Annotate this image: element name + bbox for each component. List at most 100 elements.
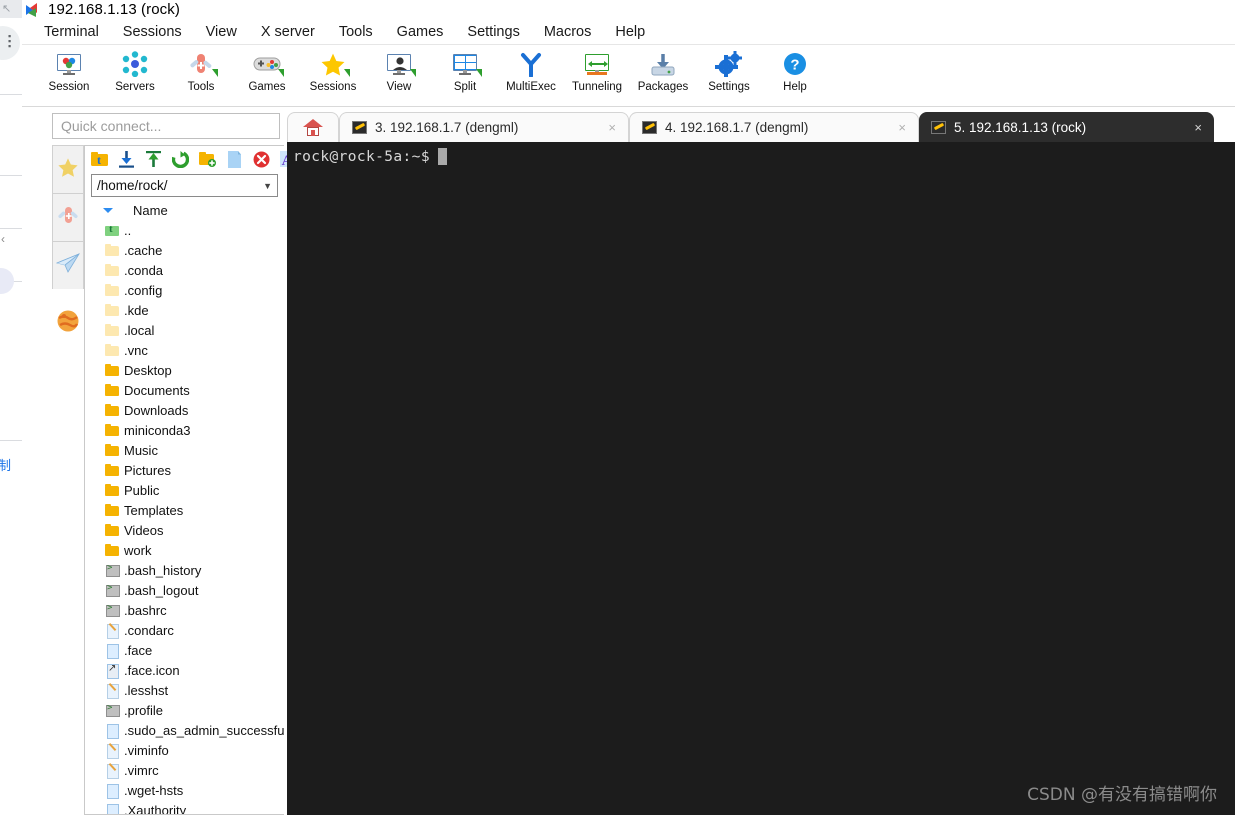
file-row[interactable]: .cache <box>105 240 284 260</box>
file-row[interactable]: Templates <box>105 500 284 520</box>
file-name: .bashrc <box>124 602 167 618</box>
toolbar-tunneling-button[interactable]: Tunneling <box>564 49 630 93</box>
folder-light-icon <box>105 243 119 257</box>
file-row[interactable]: .viminfo <box>105 740 284 760</box>
bg-divider-1 <box>0 94 22 95</box>
home-tab[interactable] <box>287 112 339 142</box>
toolbar-split-label: Split <box>453 81 477 93</box>
toolbar-help-button[interactable]: ? Help <box>762 49 828 93</box>
file-row[interactable]: .face <box>105 640 284 660</box>
sidebar-body: t /home/rock/ ▼ Name t .. .cache .conda … <box>44 145 295 815</box>
sftp-file-list[interactable]: .. .cache .conda .config .kde .local .vnc Deskt… <box>85 220 284 814</box>
key-icon <box>352 121 367 134</box>
new-folder-icon[interactable] <box>199 151 216 168</box>
svg-text:?: ? <box>790 57 799 74</box>
toolbar-session-button[interactable]: Session <box>36 49 102 93</box>
menu-sessions[interactable]: Sessions <box>111 22 194 42</box>
file-row[interactable]: .. <box>105 220 284 240</box>
bg-avatar-circle <box>0 268 14 294</box>
file-name: .Xauthority <box>124 802 187 814</box>
menu-macros[interactable]: Macros <box>532 22 604 42</box>
refresh-icon[interactable] <box>171 151 190 169</box>
file-row[interactable]: Downloads <box>105 400 284 420</box>
file-row[interactable]: .bashrc <box>105 600 284 620</box>
file-name: .face <box>124 642 153 658</box>
terminal-output[interactable]: rock@rock-5a:~$ CSDN @有没有搞错啊你 <box>287 142 1235 815</box>
terminal-tab[interactable]: 4. 192.168.1.7 (dengml) × <box>629 112 919 142</box>
sftp-panel: t /home/rock/ ▼ Name t .. .cache .conda … <box>84 145 295 815</box>
toolbar-games-button[interactable]: Games <box>234 49 300 93</box>
file-row[interactable]: Pictures <box>105 460 284 480</box>
file-name: .vimrc <box>124 762 159 778</box>
file-row[interactable]: .condarc <box>105 620 284 640</box>
terminal-tab-strip: 3. 192.168.1.7 (dengml) × 4. 192.168.1.7 (… <box>287 107 1235 142</box>
file-row[interactable]: Desktop <box>105 360 284 380</box>
file-row[interactable]: .bash_logout <box>105 580 284 600</box>
folder-up-icon[interactable]: t <box>91 151 108 168</box>
sidebar-tab-sessions[interactable] <box>52 145 84 193</box>
quick-connect-input[interactable]: Quick connect... <box>52 113 280 139</box>
folder-icon <box>105 523 119 537</box>
toolbar-sessions-button[interactable]: Sessions <box>300 49 366 93</box>
toolbar-tools-button[interactable]: Tools <box>168 49 234 93</box>
menu-x-server[interactable]: X server <box>249 22 327 42</box>
toolbar-multiexec-label: MultiExec <box>506 81 556 93</box>
file-name: .local <box>124 322 155 338</box>
close-icon[interactable]: × <box>594 120 616 135</box>
close-icon[interactable]: × <box>884 120 906 135</box>
download-icon[interactable] <box>118 151 135 169</box>
toolbar-multiexec-button[interactable]: MultiExec <box>498 49 564 93</box>
toolbar-servers-button[interactable]: Servers <box>102 49 168 93</box>
file-row[interactable]: Documents <box>105 380 284 400</box>
menu-terminal[interactable]: Terminal <box>32 22 111 42</box>
mobaxterm-window: 192.168.1.13 (rock) Terminal Sessions Vi… <box>22 0 1235 816</box>
file-row[interactable]: Public <box>105 480 284 500</box>
help-question-icon: ? <box>780 49 810 79</box>
terminal-tab[interactable]: 3. 192.168.1.7 (dengml) × <box>339 112 629 142</box>
file-row[interactable]: .config <box>105 280 284 300</box>
file-row[interactable]: .local <box>105 320 284 340</box>
file-row[interactable]: .kde <box>105 300 284 320</box>
file-row[interactable]: .vimrc <box>105 760 284 780</box>
close-icon[interactable]: × <box>1180 120 1202 135</box>
menu-view[interactable]: View <box>194 22 249 42</box>
file-row[interactable]: .sudo_as_admin_successful <box>105 720 284 740</box>
menu-tools[interactable]: Tools <box>327 22 385 42</box>
chevron-down-icon[interactable]: ▼ <box>263 181 272 191</box>
toolbar-view-button[interactable]: View <box>366 49 432 93</box>
mobaxterm-logo-icon <box>26 2 42 17</box>
delete-icon[interactable] <box>253 151 270 168</box>
sidebar-tab-tools[interactable] <box>52 193 84 241</box>
terminal-tab-active[interactable]: 5. 192.168.1.13 (rock) × <box>919 112 1214 142</box>
sidebar-tab-macros[interactable] <box>52 299 84 347</box>
file-name: Music <box>124 442 158 458</box>
toolbar-packages-button[interactable]: Packages <box>630 49 696 93</box>
sftp-toolbar: t <box>85 146 295 174</box>
toolbar-split-button[interactable]: Split <box>432 49 498 93</box>
file-row[interactable]: miniconda3 <box>105 420 284 440</box>
file-row[interactable]: .wget-hsts <box>105 780 284 800</box>
sidebar-tab-sftp[interactable] <box>52 241 84 289</box>
bg-collapse-arrow-icon[interactable]: ‹ <box>1 232 5 246</box>
upload-icon[interactable] <box>145 151 162 168</box>
file-name: .vnc <box>124 342 148 358</box>
new-file-icon[interactable] <box>226 151 243 169</box>
file-row[interactable]: .conda <box>105 260 284 280</box>
file-row[interactable]: .vnc <box>105 340 284 360</box>
folder-icon <box>105 483 119 497</box>
file-row[interactable]: .Xauthority <box>105 800 284 814</box>
menu-help[interactable]: Help <box>603 22 657 42</box>
file-row[interactable]: .profile <box>105 700 284 720</box>
file-row[interactable]: .bash_history <box>105 560 284 580</box>
file-row[interactable]: Music <box>105 440 284 460</box>
file-row[interactable]: work <box>105 540 284 560</box>
file-row[interactable]: Videos <box>105 520 284 540</box>
file-row[interactable]: .lesshst <box>105 680 284 700</box>
sftp-column-header[interactable]: Name <box>85 201 284 220</box>
star-icon <box>318 49 350 79</box>
toolbar-settings-button[interactable]: Settings <box>696 49 762 93</box>
sftp-path-dropdown[interactable]: /home/rock/ ▼ <box>91 173 278 198</box>
menu-games[interactable]: Games <box>385 22 456 42</box>
menu-settings[interactable]: Settings <box>455 22 531 42</box>
file-row[interactable]: .face.icon <box>105 660 284 680</box>
